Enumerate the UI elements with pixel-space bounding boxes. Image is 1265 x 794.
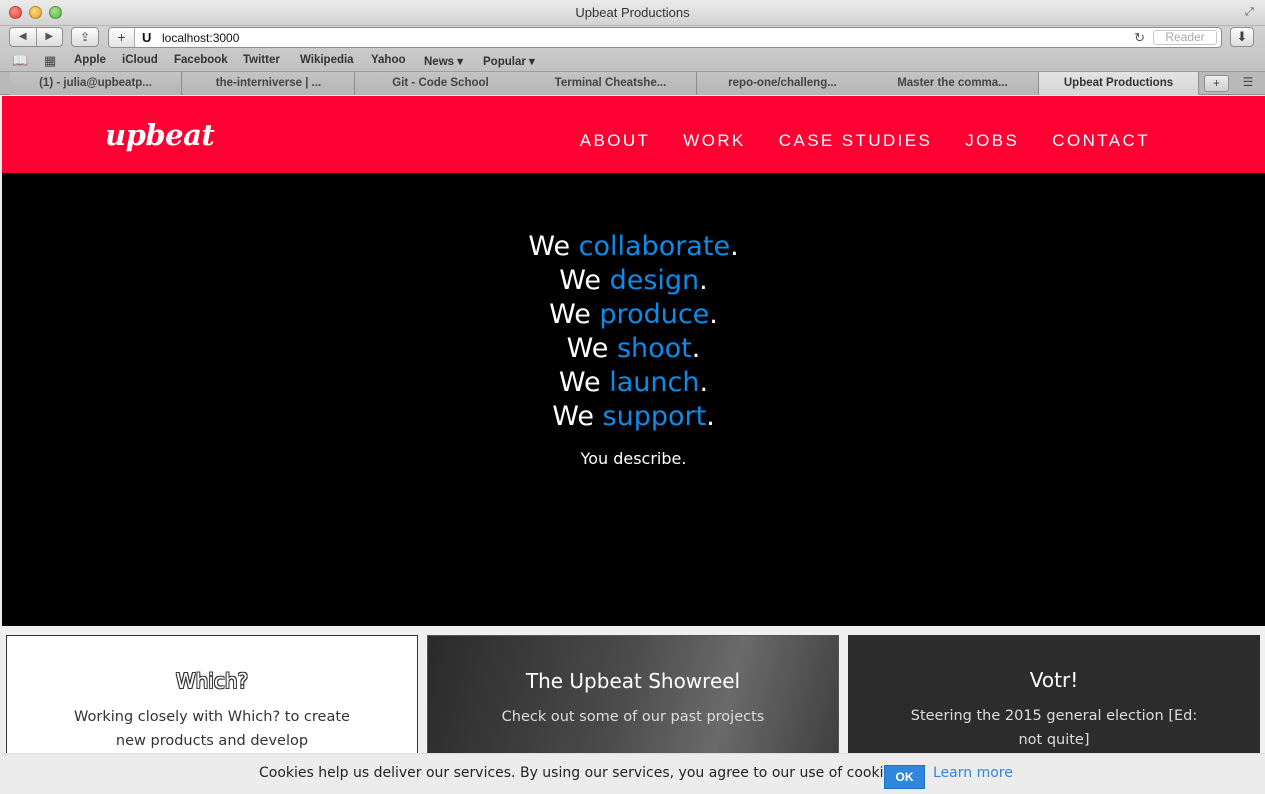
bookmark-twitter[interactable]: Twitter [243,54,280,66]
card-description: Steering the 2015 general election [Ed: … [910,708,1198,748]
tab-repo-one[interactable]: repo-one/challeng... [697,72,869,95]
site-favicon-icon: U [142,30,152,45]
hero-section: We collaborate. We design. We produce. W… [2,173,1265,626]
cookie-message: Cookies help us deliver our services. By… [259,765,904,781]
card-title: Which? [175,669,249,693]
tab-code-school[interactable]: Git - Code School [355,72,527,95]
fullscreen-icon[interactable]: ⤢ [1245,6,1257,18]
window-title: Upbeat Productions [575,5,690,20]
tagline-launch: We launch. [558,367,709,398]
downloads-button[interactable]: ⬇ [1230,27,1254,47]
main-nav: ABOUT WORK CASE STUDIES JOBS CONTACT [580,131,1150,151]
cookie-learn-more-link[interactable]: Learn more [933,765,1013,781]
share-button[interactable]: ⇪ [71,27,99,47]
card-title: The Upbeat Showreel [525,669,741,693]
new-tab-button[interactable]: + [1204,75,1229,92]
bookmark-yahoo[interactable]: Yahoo [371,54,406,66]
cookie-banner: Cookies help us deliver our services. By… [2,753,1265,794]
forward-button[interactable]: ▶ [37,28,63,46]
back-button[interactable]: ◀ [10,28,37,46]
bookmark-wikipedia[interactable]: Wikipedia [300,54,354,66]
url-field[interactable]: localhost:3000 [162,31,239,45]
bookmark-facebook[interactable]: Facebook [174,54,228,66]
reader-button[interactable]: Reader [1153,30,1217,45]
nav-about[interactable]: ABOUT [580,131,651,151]
bookmark-news[interactable]: News ▾ [424,54,463,68]
tagline-design: We design. [559,265,708,296]
browser-toolbar: ◀ ▶ ⇪ + U localhost:3000 ↻ Reader ⬇ [0,26,1265,50]
nav-case-studies[interactable]: CASE STUDIES [779,131,933,151]
tagline-support: We support. [552,401,715,432]
card-title: Votr! [1029,668,1079,692]
tagline-shoot: We shoot. [566,333,701,364]
site-header: upbeat ABOUT WORK CASE STUDIES JOBS CONT… [2,96,1265,173]
history-buttons: ◀ ▶ [9,27,63,47]
hero-taglines: We collaborate. We design. We produce. W… [2,230,1265,434]
window-titlebar: Upbeat Productions ⤢ [0,0,1265,26]
cookie-ok-button[interactable]: OK [884,765,925,789]
hero-subline: You describe. [580,449,687,468]
card-description: Working closely with Which? to create ne… [74,709,350,749]
reading-list-icon[interactable]: 📖 [12,53,28,69]
tagline-collaborate: We collaborate. [528,231,739,262]
bookmark-icloud[interactable]: iCloud [122,54,158,66]
card-description: Check out some of our past projects [501,709,765,725]
tab-overview-icon[interactable]: ☰ [1236,75,1260,92]
tab-terminal-cheatsheet[interactable]: Terminal Cheatshe... [525,72,697,95]
tab-upbeat-productions[interactable]: Upbeat Productions [1039,72,1199,95]
tab-master-command[interactable]: Master the comma... [867,72,1039,95]
nav-contact[interactable]: CONTACT [1052,131,1150,151]
add-bookmark-button[interactable]: + [109,28,135,47]
nav-work[interactable]: WORK [683,131,745,151]
address-bar[interactable]: + U localhost:3000 ↻ Reader [108,27,1222,48]
nav-jobs[interactable]: JOBS [965,131,1019,151]
tab-bar: (1) - julia@upbeatp... the-interniverse … [0,72,1265,95]
bookmark-popular[interactable]: Popular ▾ [483,54,535,68]
bookmarks-bar: 📖 ▦ Apple iCloud Facebook Twitter Wikipe… [0,50,1265,72]
top-sites-icon[interactable]: ▦ [44,53,56,69]
tagline-produce: We produce. [549,299,718,330]
tab-gmail[interactable]: (1) - julia@upbeatp... [10,72,182,95]
bookmark-apple[interactable]: Apple [74,54,106,66]
reload-icon[interactable]: ↻ [1134,30,1145,46]
tab-interniverse[interactable]: the-interniverse | ... [183,72,355,95]
upbeat-logo[interactable]: upbeat [105,118,215,152]
webpage: upbeat ABOUT WORK CASE STUDIES JOBS CONT… [2,96,1265,794]
